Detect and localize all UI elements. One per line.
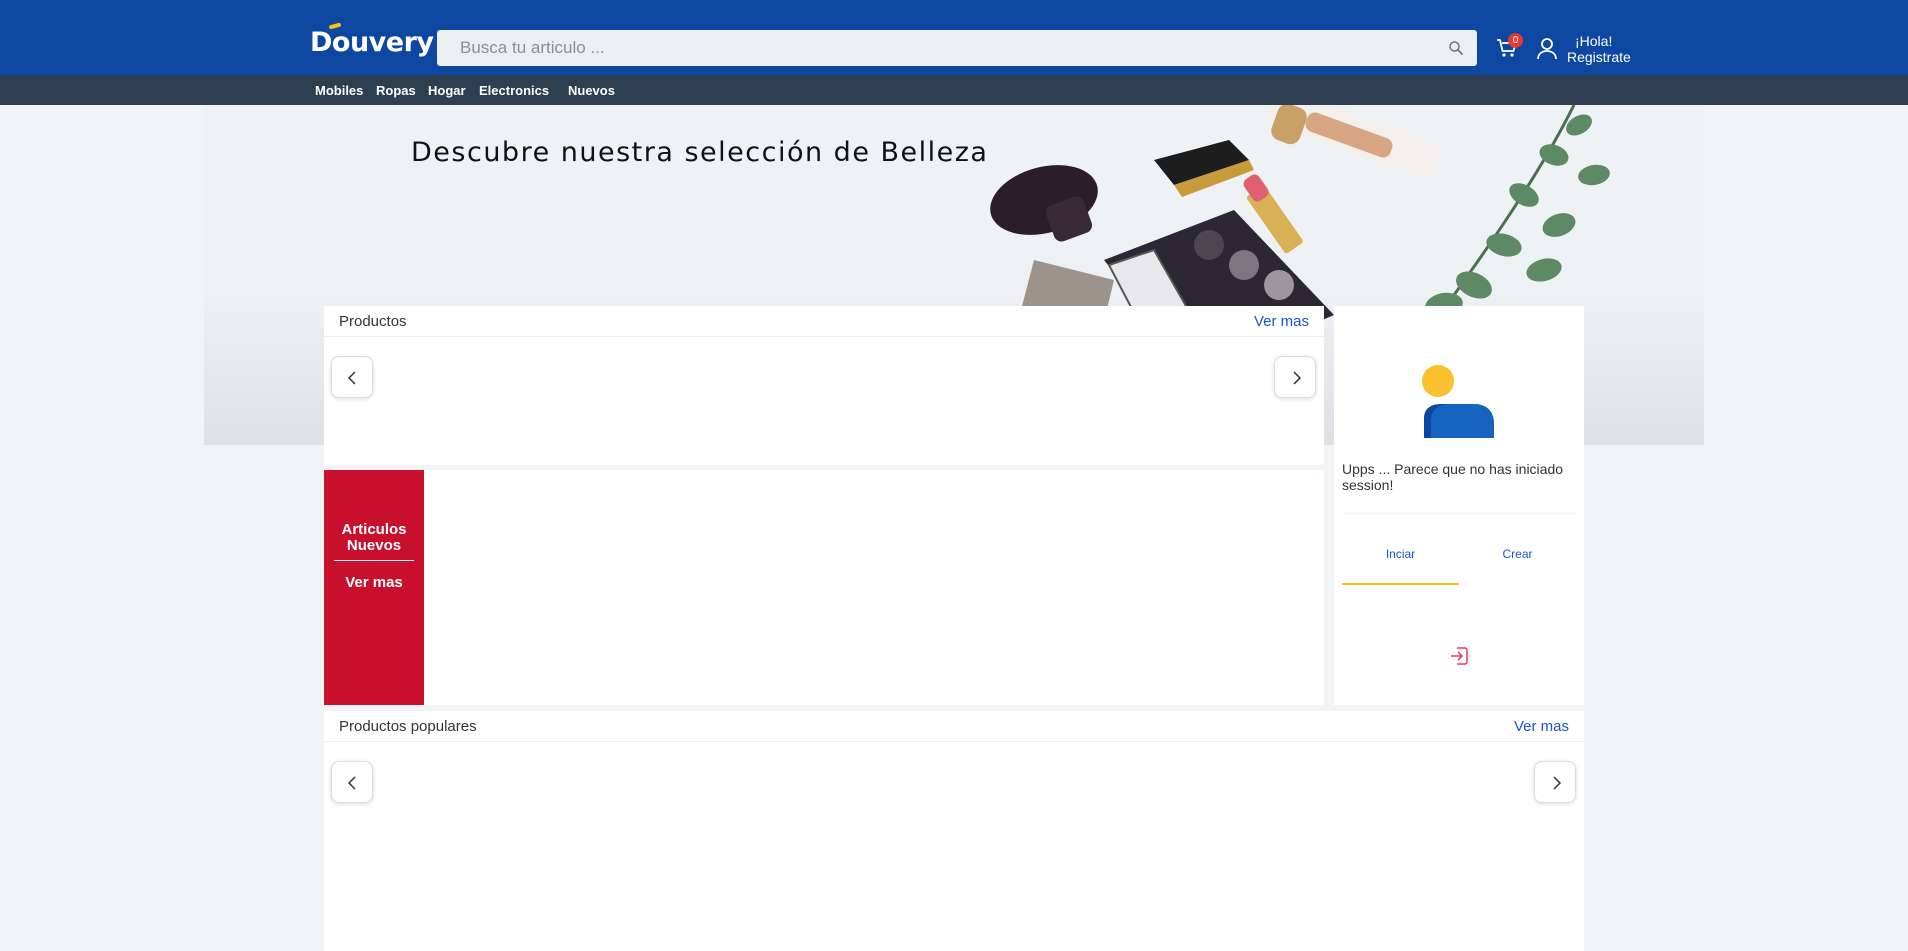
cosmetic-tube-graphic (1268, 105, 1440, 178)
search-input[interactable] (437, 30, 1437, 66)
popular-next-button[interactable] (1534, 761, 1576, 803)
search-icon[interactable] (1447, 39, 1465, 57)
nav-item-nuevos[interactable]: Nuevos (568, 83, 615, 98)
login-card: Upps ... Parece que no has iniciado sess… (1334, 306, 1584, 705)
account-link[interactable]: ¡Hola! Registrate (1567, 33, 1631, 65)
register-text: Registrate (1567, 49, 1631, 65)
chevron-right-icon (1293, 371, 1302, 385)
products-next-button[interactable] (1274, 356, 1316, 398)
products-title: Productos (339, 313, 407, 330)
category-nav: Mobiles Ropas Hogar Electronics Nuevos (0, 75, 1908, 105)
chevron-left-icon (347, 371, 356, 385)
user-icon[interactable] (1535, 36, 1559, 61)
greeting-text: ¡Hola! (1575, 33, 1613, 49)
new-items-carousel (424, 470, 1324, 705)
logo[interactable]: Douvery (310, 22, 434, 58)
chevron-right-icon (1553, 776, 1562, 790)
popular-products-panel: Productos populares Ver mas (324, 711, 1584, 951)
products-panel: Productos Ver mas (324, 306, 1324, 465)
popular-see-more-link[interactable]: Ver mas (1514, 718, 1569, 735)
new-items-divider (334, 560, 414, 561)
top-header: Douvery 0 ¡Hola! Registrate (0, 0, 1908, 75)
login-icon[interactable] (1449, 646, 1469, 666)
cart-count-badge: 0 (1508, 33, 1523, 48)
tab-login[interactable]: Inciar (1342, 547, 1459, 561)
gold-case-graphic (1154, 140, 1254, 197)
search-bar (437, 30, 1477, 66)
active-tab-indicator (1342, 583, 1459, 585)
nav-item-electronics[interactable]: Electronics (479, 83, 549, 98)
logo-text: Douvery (310, 27, 434, 58)
new-items-block: Articulos Nuevos Ver mas (324, 470, 424, 705)
user-avatar-illustration (1422, 365, 1494, 438)
nav-item-ropas[interactable]: Ropas (376, 83, 416, 98)
products-see-more-link[interactable]: Ver mas (1254, 313, 1309, 330)
popular-panel-header: Productos populares Ver mas (324, 711, 1584, 742)
new-items-title: Articulos Nuevos (341, 521, 407, 554)
tab-create[interactable]: Crear (1459, 547, 1576, 561)
products-prev-button[interactable] (331, 356, 373, 398)
chevron-left-icon (347, 776, 356, 790)
eucalyptus-graphic (1425, 105, 1610, 318)
products-panel-header: Productos Ver mas (324, 306, 1324, 337)
login-tabs-divider (1342, 513, 1578, 514)
nav-item-mobiles[interactable]: Mobiles (315, 83, 363, 98)
makeup-brush-graphic (990, 165, 1098, 242)
nav-item-hogar[interactable]: Hogar (428, 83, 466, 98)
new-items-see-more-link[interactable]: Ver mas (324, 574, 424, 591)
popular-title: Productos populares (339, 718, 477, 735)
login-message: Upps ... Parece que no has iniciado sess… (1342, 461, 1564, 493)
popular-prev-button[interactable] (331, 761, 373, 803)
